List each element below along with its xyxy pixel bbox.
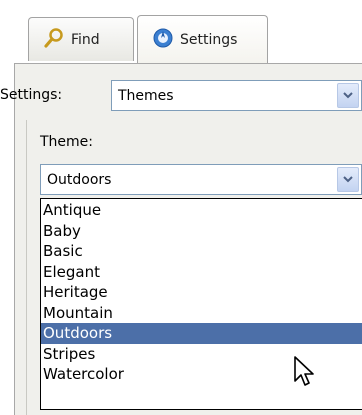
tab-find-label: Find xyxy=(71,31,100,48)
option-elegant[interactable]: Elegant xyxy=(41,262,362,283)
option-basic[interactable]: Basic xyxy=(41,241,362,262)
chevron-down-icon xyxy=(343,91,353,98)
settings-combo[interactable]: Themes xyxy=(111,80,362,111)
settings-icon xyxy=(152,27,174,53)
option-baby[interactable]: Baby xyxy=(41,221,362,242)
search-icon xyxy=(43,27,65,53)
option-heritage[interactable]: Heritage xyxy=(41,282,362,303)
option-outdoors[interactable]: Outdoors xyxy=(41,323,362,344)
theme-combo[interactable]: Outdoors xyxy=(40,164,362,195)
tab-settings[interactable]: Settings xyxy=(137,15,268,64)
tab-find[interactable]: Find xyxy=(28,17,134,61)
group-border xyxy=(26,120,27,415)
theme-dropdown-button[interactable] xyxy=(337,167,359,192)
settings-combo-value: Themes xyxy=(118,87,174,104)
settings-label: Settings: xyxy=(0,87,63,103)
option-mountain[interactable]: Mountain xyxy=(41,303,362,324)
tab-settings-label: Settings xyxy=(180,32,238,48)
mouse-pointer-icon xyxy=(293,355,317,393)
chevron-down-icon xyxy=(343,175,353,182)
theme-label: Theme: xyxy=(40,134,94,150)
option-antique[interactable]: Antique xyxy=(41,200,362,221)
theme-combo-value: Outdoors xyxy=(47,171,112,188)
tab-strip: Find Settings xyxy=(0,0,362,64)
settings-dropdown-button[interactable] xyxy=(337,83,359,108)
